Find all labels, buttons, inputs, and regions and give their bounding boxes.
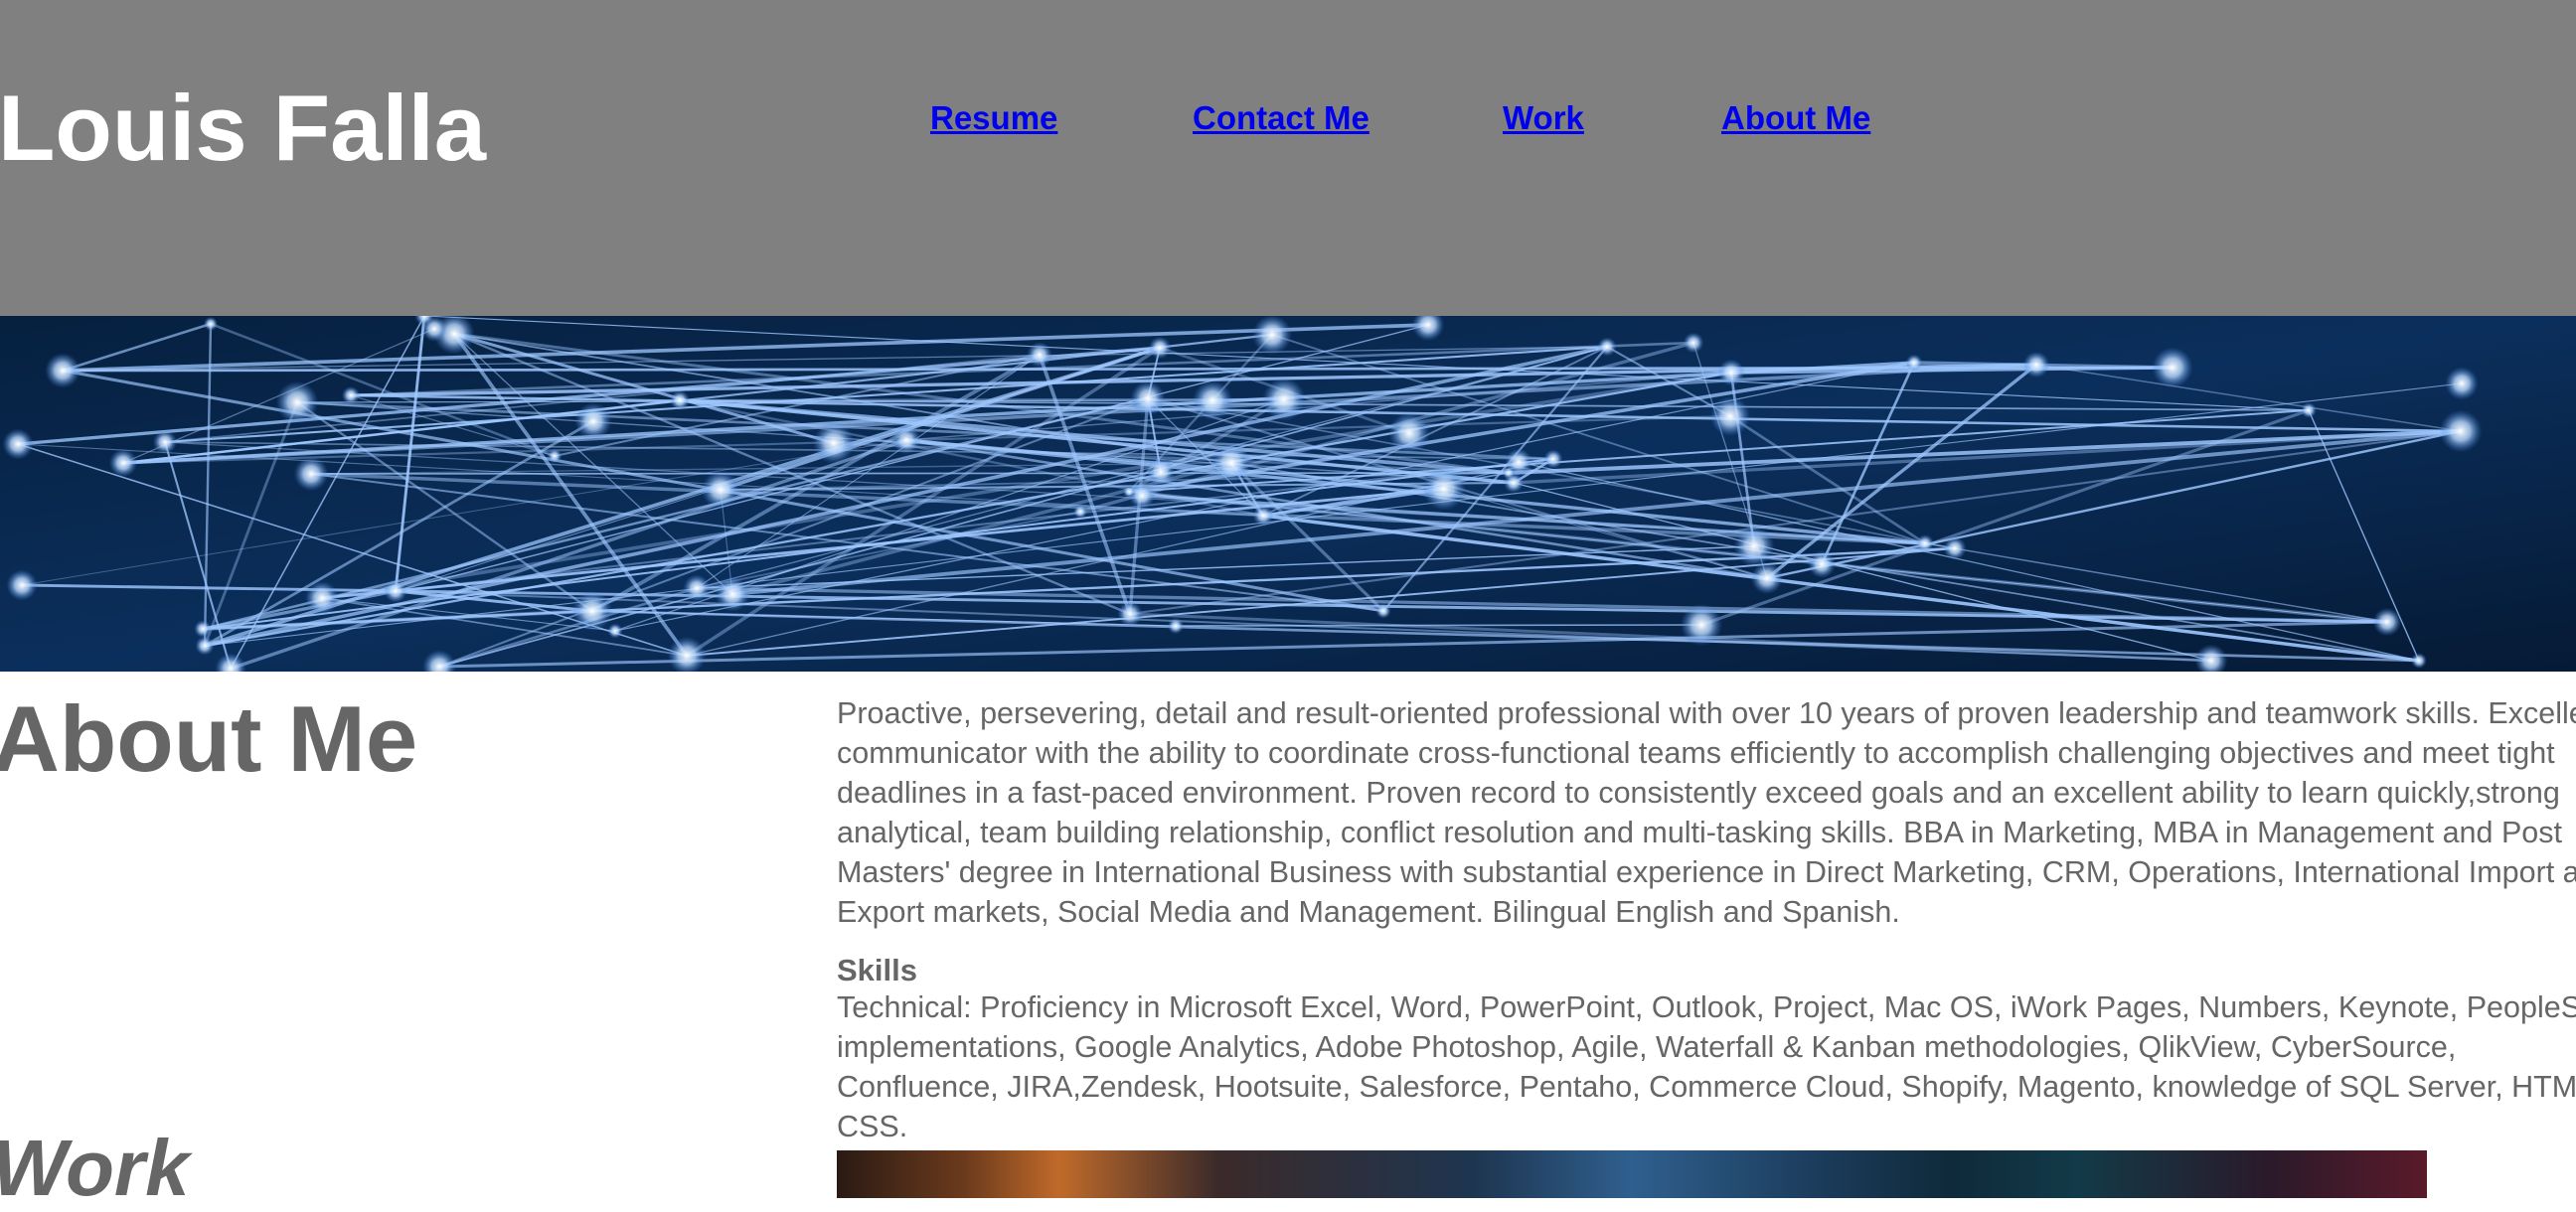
network-node: [1808, 550, 1836, 578]
network-node: [1073, 505, 1087, 519]
nav-link-about-me[interactable]: About Me: [1721, 101, 1870, 134]
network-node: [1027, 342, 1052, 368]
site-header: Louis Falla Resume Contact Me Work About…: [0, 0, 2576, 316]
network-node: [1252, 505, 1274, 527]
network-line: [310, 472, 1510, 475]
network-node: [1193, 380, 1232, 420]
network-node: [1717, 359, 1745, 386]
network-node: [1680, 603, 1723, 647]
network-node: [1597, 337, 1617, 357]
skills-text: Technical: Proficiency in Microsoft Exce…: [837, 990, 2576, 1143]
work-heading: Work: [0, 1124, 190, 1212]
network-node: [547, 448, 563, 464]
network-node: [1130, 380, 1166, 416]
nav-link-resume[interactable]: Resume: [930, 101, 1057, 134]
network-node: [195, 636, 215, 656]
network-node: [1210, 442, 1252, 484]
network-node: [1916, 534, 1934, 552]
network-node: [670, 390, 690, 410]
network-node: [2301, 402, 2317, 418]
network-node: [1543, 449, 1563, 469]
network-node: [2439, 409, 2483, 453]
network-node: [2445, 367, 2479, 400]
network-line: [1175, 624, 1702, 627]
network-node: [1709, 395, 1751, 437]
network-node: [275, 380, 319, 424]
network-node: [1148, 336, 1172, 360]
network-node: [574, 402, 612, 440]
nav-link-contact-me[interactable]: Contact Me: [1193, 101, 1369, 134]
network-node: [1943, 536, 1967, 560]
network-node: [571, 590, 613, 632]
network-node: [45, 353, 80, 388]
city-lights-image: [837, 1150, 2427, 1198]
network-lines-image: [0, 316, 2576, 672]
site-title: Louis Falla: [0, 76, 486, 180]
network-node: [607, 623, 623, 639]
network-node: [2411, 653, 2427, 669]
network-node: [293, 456, 329, 492]
network-node: [1146, 457, 1176, 487]
network-node: [1905, 354, 1923, 372]
nav-link-work[interactable]: Work: [1503, 101, 1584, 134]
network-node: [1422, 467, 1466, 511]
network-node: [813, 422, 855, 464]
about-heading: About Me: [0, 686, 418, 791]
about-paragraph: Proactive, persevering, detail and resul…: [837, 696, 2576, 929]
network-node: [1683, 332, 1704, 354]
network-node: [108, 448, 138, 478]
network-node: [1733, 526, 1775, 567]
network-node: [194, 620, 212, 638]
network-node: [1117, 601, 1143, 627]
network-node: [1262, 378, 1306, 421]
network-node: [2, 428, 34, 460]
network-node: [1122, 485, 1136, 499]
banner-image: [0, 316, 2576, 672]
network-node: [2372, 607, 2402, 637]
network-node: [1750, 561, 1784, 595]
network-node: [891, 425, 921, 455]
network-node: [152, 429, 178, 455]
network-node: [1252, 316, 1292, 355]
skills-title: Skills: [837, 953, 917, 987]
network-node: [2152, 347, 2193, 388]
network-node: [305, 581, 339, 615]
network-node: [341, 385, 361, 405]
network-node: [715, 576, 750, 612]
network-node: [701, 470, 740, 510]
network-node: [2022, 351, 2050, 379]
network-node: [6, 569, 38, 601]
network-node: [1388, 412, 1430, 454]
network-node: [1503, 472, 1525, 494]
network-node: [203, 316, 219, 332]
network-node: [1167, 617, 1185, 635]
network-node: [1375, 603, 1391, 619]
network-node: [683, 574, 711, 602]
network-node: [384, 579, 407, 603]
